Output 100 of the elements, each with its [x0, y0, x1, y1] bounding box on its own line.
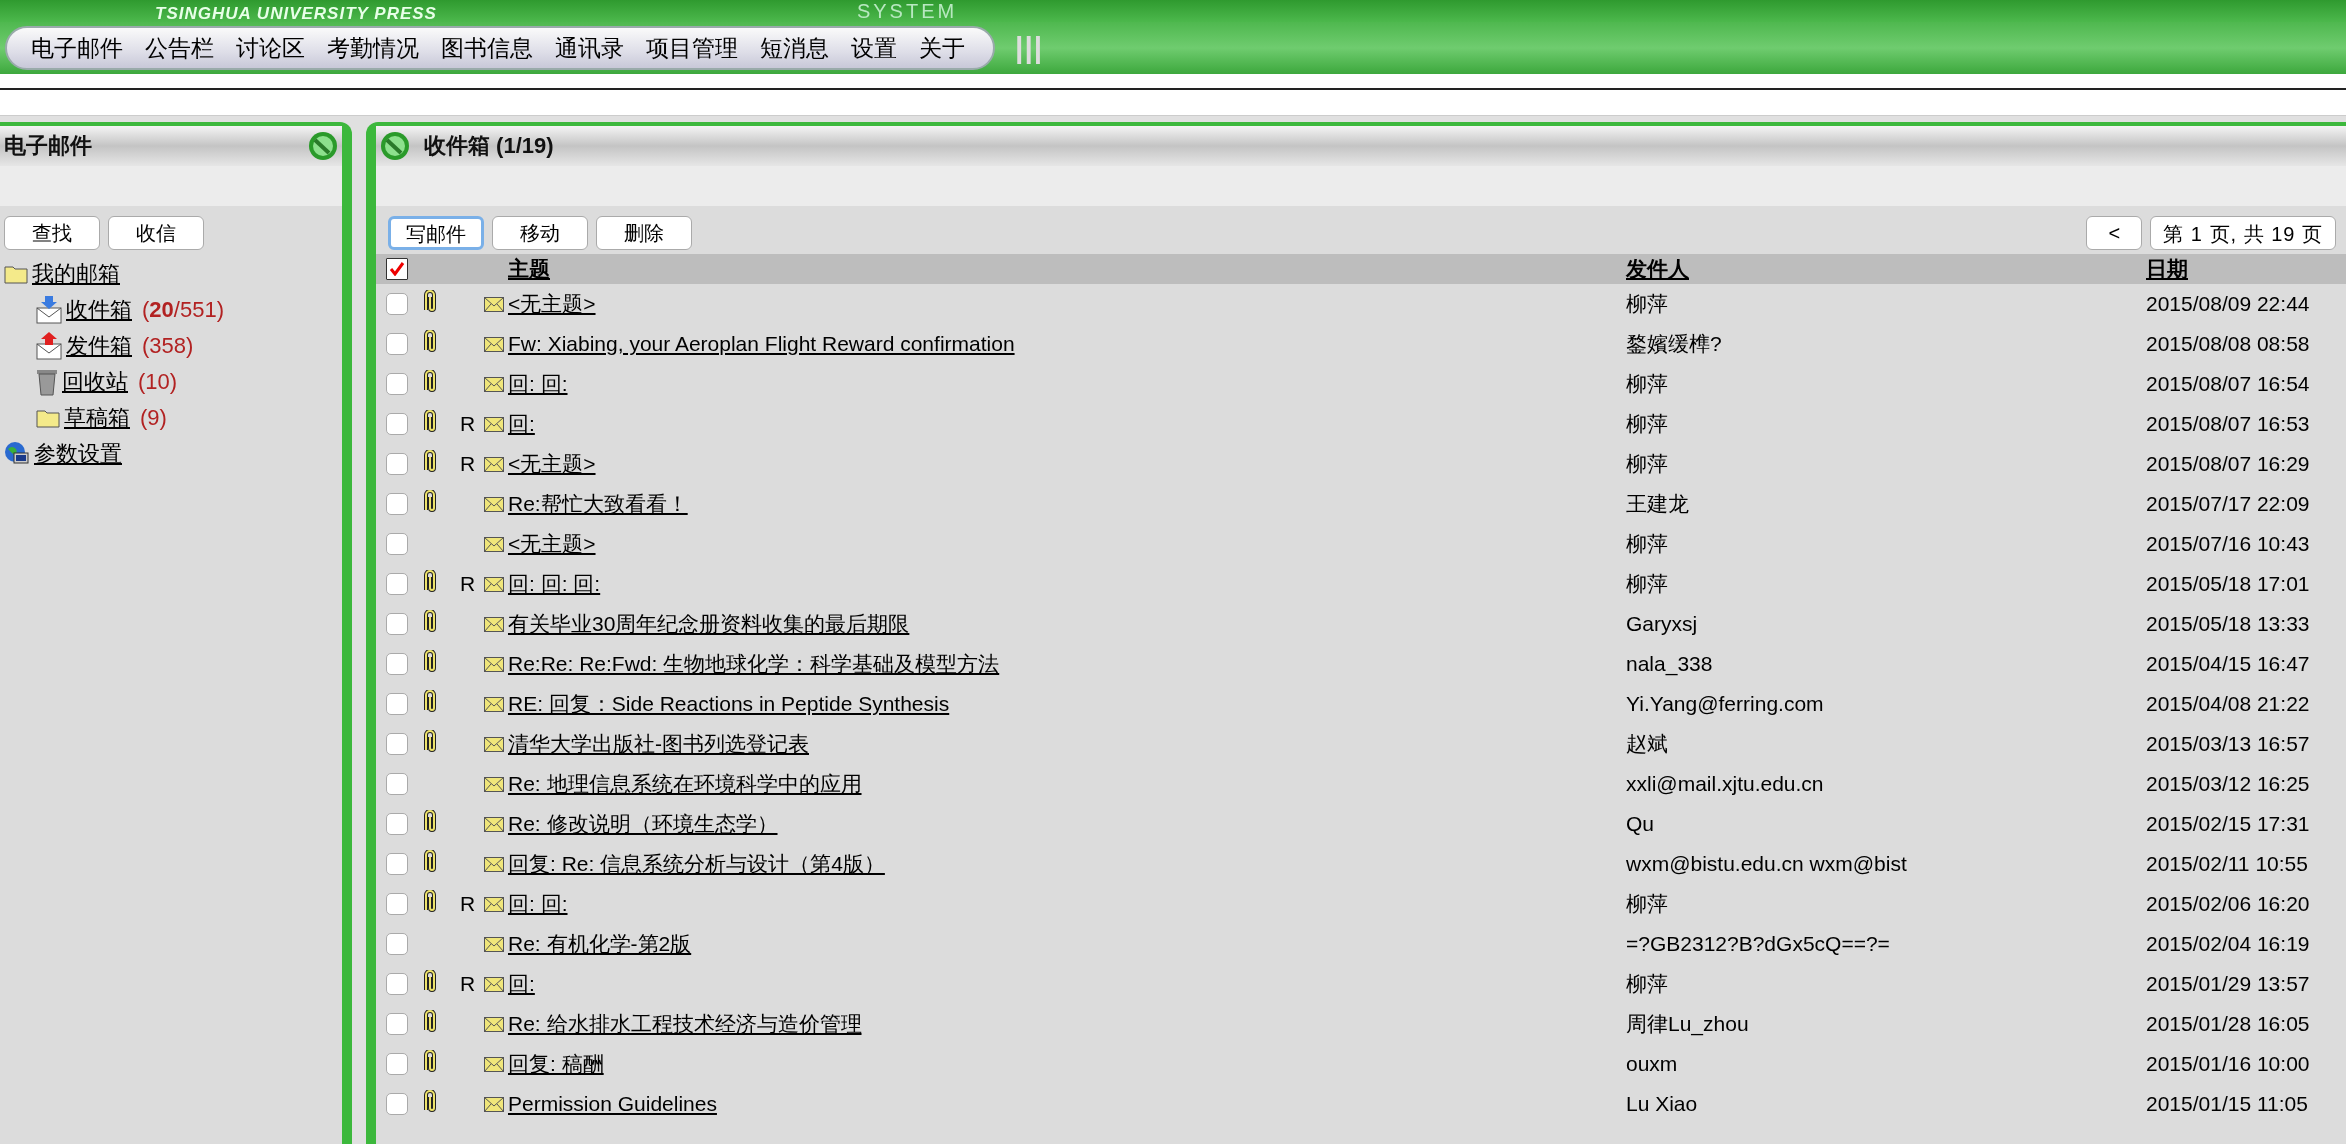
mail-subject-link[interactable]: RE: 回复：Side Reactions in Peptide Synthesis [508, 692, 950, 715]
date-cell-text: 2015/01/16 10:00 [2146, 1052, 2311, 1076]
mail-subject-link[interactable]: 回: 回: 回: [508, 572, 601, 595]
nav-menu-item[interactable]: 电子邮件 [31, 32, 123, 64]
mailbox-tree-item[interactable]: 发件箱 [66, 331, 132, 361]
mail-subject-link[interactable]: <无主题> [508, 532, 596, 555]
sender-cell-text: 柳萍 [1626, 371, 1669, 397]
mail-subject-link[interactable]: 回复: Re: 信息系统分析与设计（第4版） [508, 852, 885, 875]
date-cell-text: 2015/07/16 10:43 [2146, 532, 2311, 556]
replied-marker: R [460, 971, 476, 995]
sender-cell-text: 王建龙 [1626, 491, 1690, 517]
row-checkbox[interactable] [386, 933, 408, 955]
date-cell-text: 2015/03/12 16:25 [2146, 772, 2311, 796]
nav-menu-item[interactable]: 项目管理 [646, 32, 738, 64]
date-cell-text: 2015/07/17 22:09 [2146, 492, 2311, 516]
settings-link[interactable]: 参数设置 [34, 439, 122, 469]
globe-computer-icon [4, 441, 30, 467]
row-checkbox[interactable] [386, 1093, 408, 1115]
mail-subject-link[interactable]: 清华大学出版社-图书列选登记表 [508, 732, 809, 755]
replied-marker: R [460, 571, 476, 595]
system-logo-text: SYSTEM [856, 0, 958, 22]
nav-menu-item[interactable]: 讨论区 [236, 32, 305, 64]
mail-subject-link[interactable]: <无主题> [508, 452, 596, 475]
mail-subject-link[interactable]: Fw: Xiabing, your Aeroplan Flight Reward confirmation [508, 332, 1015, 355]
nav-menu-item[interactable]: 考勤情况 [327, 32, 419, 64]
page-indicator: 第 1 页, 共 19 页 [2150, 216, 2336, 250]
sender-cell-text: wxm@bistu.edu.cn wxm@bist [1626, 852, 1908, 876]
column-header[interactable]: 发件人 [1626, 255, 2146, 283]
mail-subject-link[interactable]: 回: [508, 972, 535, 995]
trash-icon [36, 368, 58, 396]
select-all-checkbox[interactable] [386, 258, 408, 280]
toolbar-button[interactable]: 移动 [492, 216, 588, 250]
envelope-icon [484, 576, 504, 592]
row-checkbox[interactable] [386, 653, 408, 675]
row-checkbox[interactable] [386, 493, 408, 515]
row-checkbox[interactable] [386, 973, 408, 995]
column-header[interactable]: 主题 [508, 255, 1626, 283]
row-checkbox[interactable] [386, 293, 408, 315]
date-cell-text: 2015/08/08 08:58 [2146, 332, 2311, 356]
toolbar-button[interactable]: 写邮件 [388, 216, 484, 250]
row-checkbox[interactable] [386, 413, 408, 435]
mail-subject-link[interactable]: Re: 地理信息系统在环境科学中的应用 [508, 772, 862, 795]
row-checkbox[interactable] [386, 813, 408, 835]
mail-subject-link[interactable]: 有关毕业30周年纪念册资料收集的最后期限 [508, 612, 910, 635]
nav-menu-item[interactable]: 关于 [919, 32, 965, 64]
row-checkbox[interactable] [386, 453, 408, 475]
row-checkbox[interactable] [386, 573, 408, 595]
mail-subject-link[interactable]: 回: 回: [508, 372, 568, 395]
mail-subject-link[interactable]: Re:帮忙大致看看！ [508, 492, 688, 515]
row-checkbox[interactable] [386, 853, 408, 875]
row-checkbox[interactable] [386, 693, 408, 715]
sender-cell-text: 柳萍 [1626, 291, 1669, 317]
sender-cell-text: 柳萍 [1626, 971, 1669, 997]
mailbox-tree-item[interactable]: 回收站 [62, 367, 128, 397]
mail-subject-link[interactable]: Re: 修改说明（环境生态学） [508, 812, 778, 835]
sender-cell-text: ouxm [1626, 1052, 1679, 1076]
row-checkbox[interactable] [386, 1013, 408, 1035]
toolbar-button[interactable]: 删除 [596, 216, 692, 250]
mail-subject-link[interactable]: Re: 给水排水工程技术经济与造价管理 [508, 1012, 862, 1035]
mail-subject-link[interactable]: Permission Guidelines [508, 1092, 717, 1115]
sender-cell-text: 柳萍 [1626, 891, 1669, 917]
envelope-icon [484, 776, 504, 792]
mailbox-tree-item[interactable]: 草稿箱 [64, 403, 130, 433]
nav-menu-item[interactable]: 短消息 [760, 32, 829, 64]
date-cell-text: 2015/01/15 11:05 [2146, 1092, 2309, 1116]
mail-subject-link[interactable]: 回: [508, 412, 535, 435]
nav-menu-item[interactable]: 图书信息 [441, 32, 533, 64]
date-cell-text: 2015/02/11 10:55 [2146, 852, 2309, 876]
sidebar-button[interactable]: 收信 [108, 216, 204, 250]
envelope-icon [484, 936, 504, 952]
nav-menu-item[interactable]: 设置 [851, 32, 897, 64]
mail-subject-link[interactable]: 回: 回: [508, 892, 568, 915]
panel-title: 电子邮件 [4, 132, 93, 160]
mail-subject-link[interactable]: 回复: 稿酬 [508, 1052, 604, 1075]
row-checkbox[interactable] [386, 1053, 408, 1075]
nav-menu-item[interactable]: 公告栏 [145, 32, 214, 64]
mailbox-tree-item[interactable]: 我的邮箱 [32, 259, 120, 289]
row-checkbox[interactable] [386, 533, 408, 555]
mail-subject-link[interactable]: Re: 有机化学-第2版 [508, 932, 692, 955]
envelope-icon [484, 896, 504, 912]
replied-marker: R [460, 411, 476, 435]
date-cell-text: 2015/08/07 16:54 [2146, 372, 2311, 396]
row-checkbox[interactable] [386, 333, 408, 355]
date-cell-text: 2015/01/28 16:05 [2146, 1012, 2311, 1036]
row-checkbox[interactable] [386, 773, 408, 795]
row-checkbox[interactable] [386, 733, 408, 755]
previous-page-button[interactable]: < [2086, 216, 2143, 250]
sender-cell-text: 鍪嬪缓榫? [1626, 331, 1723, 357]
sidebar-button[interactable]: 查找 [4, 216, 100, 250]
mailbox-tree-item[interactable]: 收件箱 [66, 295, 132, 325]
row-checkbox[interactable] [386, 373, 408, 395]
column-header[interactable]: 日期 [2146, 255, 2346, 283]
nav-menu-item[interactable]: 通讯录 [555, 32, 624, 64]
row-checkbox[interactable] [386, 893, 408, 915]
mail-subject-link[interactable]: Re:Re: Re:Fwd: 生物地球化学：科学基础及模型方法 [508, 652, 1000, 675]
date-cell-text: 2015/02/04 16:19 [2146, 932, 2311, 956]
row-checkbox[interactable] [386, 613, 408, 635]
envelope-icon [484, 696, 504, 712]
mail-subject-link[interactable]: <无主题> [508, 292, 596, 315]
mail-count: (9) [140, 405, 167, 431]
